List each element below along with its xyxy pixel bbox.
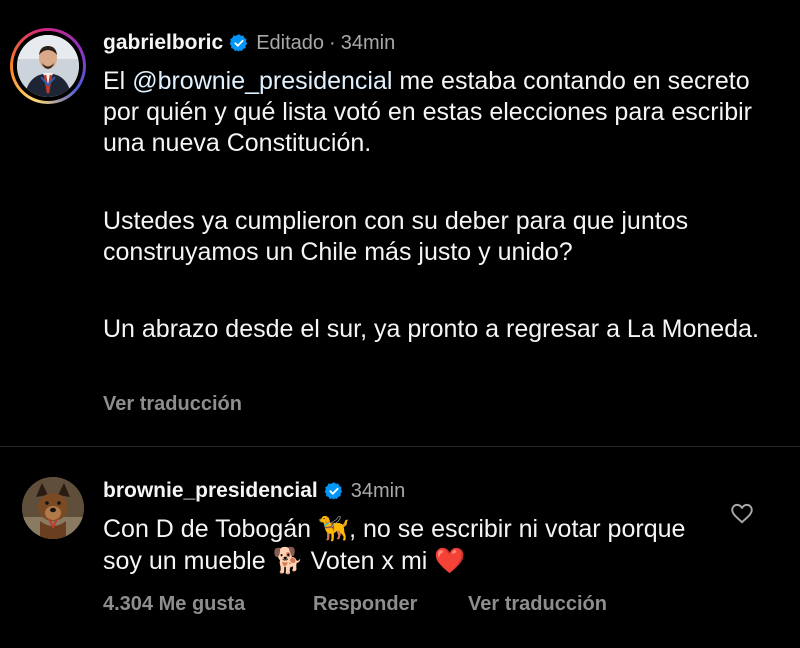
verified-badge-icon bbox=[229, 34, 248, 52]
post-paragraph-3: Un abrazo desde el sur, ya pronto a regr… bbox=[103, 315, 759, 343]
verified-badge-icon bbox=[324, 482, 342, 500]
meta-separator: · bbox=[329, 31, 336, 54]
reply-translate-button[interactable]: Ver traducción bbox=[468, 593, 607, 616]
post-timestamp: 34min bbox=[340, 31, 396, 54]
avatar-gap bbox=[13, 31, 83, 101]
edited-label: Editado bbox=[256, 31, 325, 54]
reply-button[interactable]: Responder bbox=[313, 593, 417, 616]
reply-text: Con D de Tobogán 🦮, no se escribir ni vo… bbox=[103, 513, 713, 577]
post-header: gabrielboric Editado · 34min bbox=[103, 31, 395, 55]
comment-divider bbox=[0, 446, 800, 447]
translate-button[interactable]: Ver traducción bbox=[103, 393, 242, 416]
story-ring[interactable] bbox=[10, 28, 86, 104]
post-username[interactable]: gabrielboric bbox=[103, 31, 223, 55]
red-heart-emoji: ❤️ bbox=[434, 546, 466, 575]
reply-timestamp: 34min bbox=[350, 479, 406, 502]
reply-username[interactable]: brownie_presidencial bbox=[103, 479, 318, 503]
dog-emoji: 🐕 bbox=[272, 546, 304, 575]
reply-header: brownie_presidencial 34min bbox=[103, 479, 405, 503]
guide-dog-emoji: 🦮 bbox=[317, 514, 350, 543]
avatar-portrait-icon bbox=[17, 35, 79, 97]
avatar-brownie-presidencial[interactable] bbox=[22, 477, 84, 539]
like-heart-icon bbox=[731, 503, 753, 524]
post-paragraph-2: Ustedes ya cumplieron con su deber para … bbox=[103, 207, 689, 266]
likes-count[interactable]: 4.304 Me gusta bbox=[103, 593, 245, 616]
post-comment: gabrielboric Editado · 34min El @brownie… bbox=[0, 0, 800, 446]
reply-text-part3: Voten x mi bbox=[303, 547, 435, 575]
reply-text-part1: Con D de Tobogán bbox=[103, 515, 318, 543]
post-paragraph-1: El @brownie_presidencial me estaba conta… bbox=[103, 66, 783, 159]
like-button[interactable] bbox=[729, 500, 755, 526]
mention-link[interactable]: @brownie_presidencial bbox=[132, 67, 392, 95]
avatar-dog-icon bbox=[22, 477, 84, 539]
post-text-intro: El bbox=[103, 67, 133, 95]
avatar-gabrielboric[interactable] bbox=[17, 35, 79, 97]
